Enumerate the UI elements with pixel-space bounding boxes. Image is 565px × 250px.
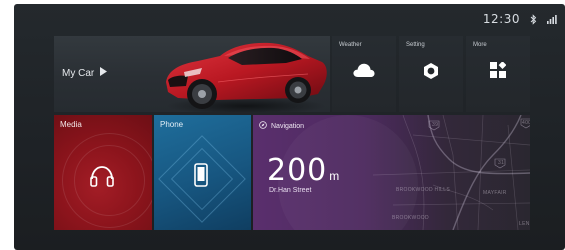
compass-icon [259,121,267,131]
navigation-header: Navigation [259,121,304,131]
distance-value: 200 [267,153,328,188]
route-39-label: 39 [432,122,439,128]
smartphone-icon [194,163,208,192]
distance-unit: m [329,169,340,183]
my-car-tile[interactable]: My Car [54,36,330,112]
weather-tile[interactable]: Weather [332,36,396,112]
weather-label: Weather [339,42,362,48]
phone-tile[interactable]: Phone [154,115,251,230]
brookwood-label: BROOKWOOD [392,215,429,221]
setting-label: Setting [406,42,425,48]
clock: 12:30 [482,12,520,26]
mayfair-label: MAYFAIR [483,190,507,196]
more-label: More [473,42,487,48]
my-car-button[interactable]: My Car [62,67,108,79]
signal-icon [547,14,557,24]
my-car-label: My Car [62,67,95,79]
play-arrow-icon [100,67,108,79]
infotainment-screen: 12:30 My Car Weather Setting More Media … [14,4,565,250]
setting-tile[interactable]: Setting [399,36,463,112]
status-bar: 12:30 [483,12,557,26]
media-tile[interactable]: Media [54,115,152,230]
navigation-label: Navigation [271,122,305,130]
car-image [166,42,327,112]
media-label: Media [60,120,82,129]
hexagon-nut-icon [422,62,440,85]
headphones-icon [90,165,114,192]
route-31-label: 31 [498,160,505,166]
navigation-tile[interactable]: 39 400 31 BROOKWOOD HILLS BROOKWOOD MAYF… [253,115,530,230]
route-400-label: 400 [522,120,530,126]
distance-readout: 200 m [267,153,339,188]
street-name: Dr.Han Street [269,187,312,194]
more-tile[interactable]: More [466,36,530,112]
bluetooth-icon[interactable] [530,13,537,25]
brookwood-hills-label: BROOKWOOD HILLS [396,187,450,193]
phone-label: Phone [160,120,184,129]
cloud-icon [353,62,375,83]
len-label: LEN [519,221,530,227]
apps-grid-icon [490,61,507,83]
